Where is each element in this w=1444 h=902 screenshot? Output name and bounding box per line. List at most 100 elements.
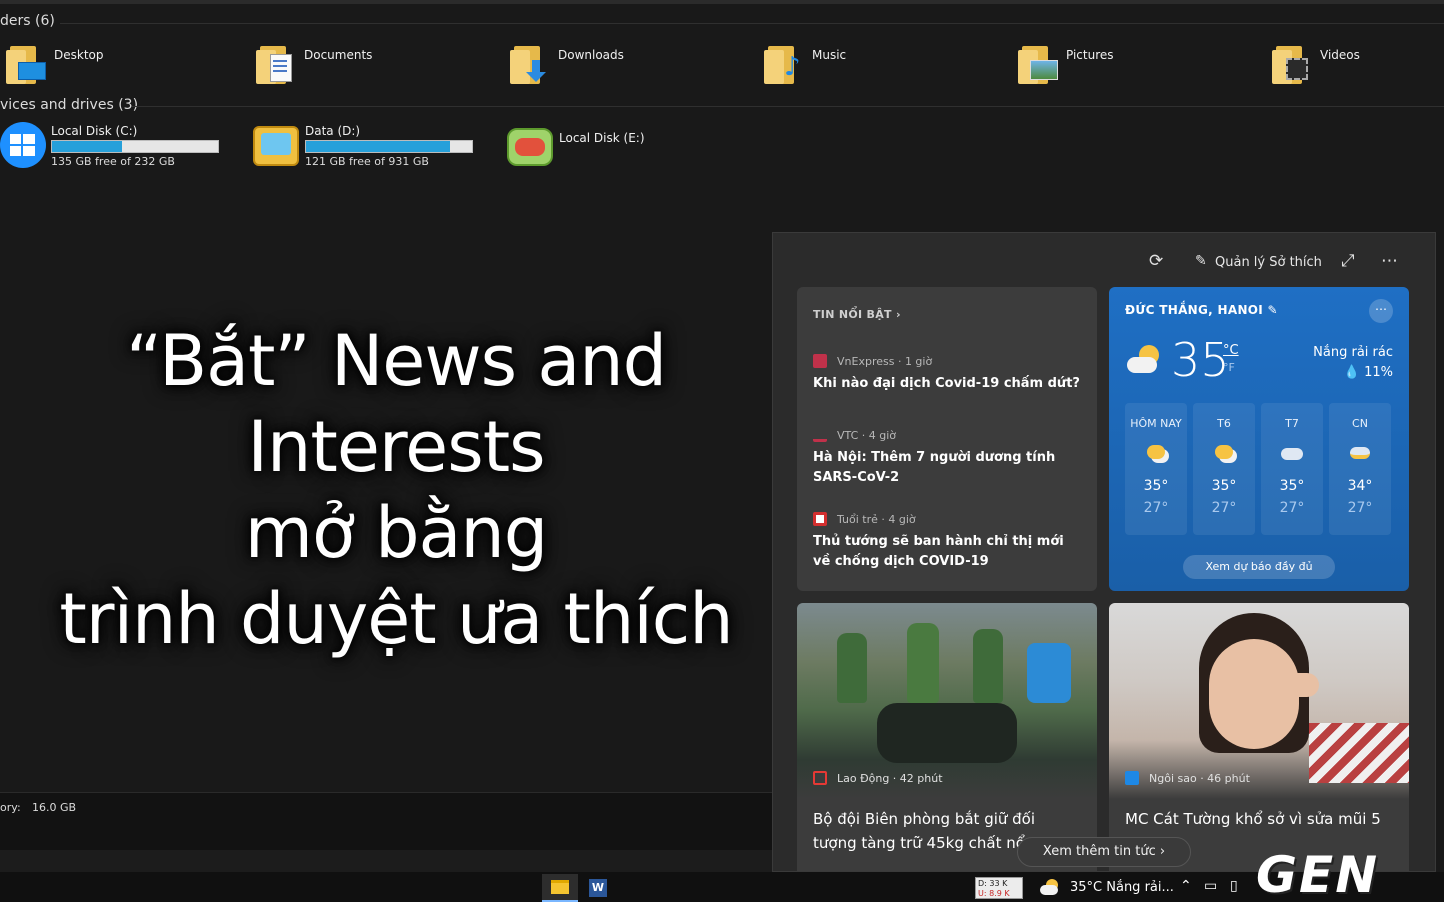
pencil-icon[interactable]: ✎: [1195, 253, 1207, 269]
weather-temp: 35: [1171, 333, 1230, 387]
folder-label: Videos: [1320, 48, 1360, 62]
manage-interests-button[interactable]: Quản lý Sở thích: [1215, 255, 1322, 270]
more-news-button[interactable]: Xem thêm tin tức ›: [1017, 837, 1191, 867]
folder-documents[interactable]: Documents: [254, 42, 494, 90]
file-explorer-taskbar-button[interactable]: [542, 874, 578, 902]
netspeed-up: U: 8.9 K: [978, 889, 1010, 898]
caption-line-1: “Bắt” News and Interests: [125, 320, 667, 488]
taskbar-weather-icon[interactable]: [1040, 879, 1062, 895]
news-source: Tuổi trẻ · 4 giờ: [837, 512, 916, 526]
site-watermark: GEN: [1256, 846, 1380, 902]
netspeed-down: D: 33 K: [978, 879, 1008, 888]
forecast-low: 27°: [1279, 500, 1305, 516]
section-divider: [60, 23, 1444, 24]
sun-cloud-icon: [1125, 444, 1187, 466]
forecast-day-name: T7: [1285, 417, 1299, 430]
forecast-day[interactable]: HÔM NAY 35° 27°: [1125, 403, 1187, 535]
videos-folder-icon: [1270, 42, 1314, 86]
network-icon[interactable]: ▭: [1204, 878, 1217, 894]
drive-usage-fill: [52, 141, 122, 152]
folder-label: Pictures: [1066, 48, 1114, 62]
drive-e[interactable]: Local Disk (E:): [559, 120, 679, 174]
taskbar-weather-text[interactable]: 35°C Nắng rải...: [1070, 880, 1174, 895]
memory-label: ory:: [0, 801, 21, 814]
pictures-folder-icon: [1016, 42, 1060, 86]
vtc-icon: [813, 428, 827, 442]
section-divider: [132, 106, 1444, 107]
full-forecast-button[interactable]: Xem dự báo đầy đủ: [1183, 555, 1335, 579]
folder-pictures[interactable]: Pictures: [1016, 42, 1256, 90]
news-item[interactable]: Tuổi trẻ · 4 giờ Thủ tướng sẽ ban hành c…: [813, 511, 1083, 572]
drive-usage-bar: [305, 140, 473, 153]
folder-label: Music: [812, 48, 847, 62]
weather-location[interactable]: ĐỨC THẮNG, HANOI ✎: [1125, 303, 1278, 317]
drives-section-header[interactable]: vices and drives (3): [0, 97, 138, 113]
folder-label: Documents: [304, 48, 373, 62]
desktop-folder-icon: [4, 42, 48, 86]
chevron-up-icon[interactable]: ⌃: [1180, 878, 1192, 894]
news-source: VnExpress · 1 giờ: [837, 354, 933, 368]
forecast-day[interactable]: CN 34° 27°: [1329, 403, 1391, 535]
forecast-high: 35°: [1279, 478, 1305, 494]
sun-cloud-icon: [1193, 444, 1255, 466]
sun-cloud-icon: [1127, 345, 1163, 375]
battery-icon[interactable]: ▯: [1230, 878, 1238, 894]
more-options-icon[interactable]: ⋯: [1381, 251, 1398, 271]
news-source: VTC · 4 giờ: [837, 428, 897, 442]
details-strip: ory: 16.0 GB: [0, 792, 772, 850]
news-item[interactable]: VTC · 4 giờ Hà Nội: Thêm 7 người dương t…: [813, 427, 1083, 488]
folders-section-header[interactable]: ders (6): [0, 13, 55, 29]
refresh-icon[interactable]: ⟳: [1149, 251, 1163, 271]
cloud-icon: [1261, 444, 1323, 466]
taskbar: W D: 33 K U: 8.9 K 35°C Nắng rải... ⌃ ▭ …: [0, 872, 1444, 902]
folder-music[interactable]: ♪ Music: [762, 42, 1002, 90]
storm-icon: [1329, 444, 1391, 466]
expand-icon[interactable]: ⤢: [1341, 251, 1355, 271]
windows-drive-icon: [0, 122, 46, 168]
unit-fahrenheit[interactable]: °F: [1223, 361, 1235, 374]
top-news-header[interactable]: TIN NỔI BẬT ›: [813, 308, 901, 321]
photo-news-card[interactable]: Lao Động · 42 phút Bộ đội Biên phòng bắt…: [797, 603, 1097, 871]
forecast-day[interactable]: T7 35° 27°: [1261, 403, 1323, 535]
drive-label: Local Disk (C:): [51, 124, 138, 138]
netspeed-widget[interactable]: D: 33 K U: 8.9 K: [975, 877, 1023, 899]
weather-card[interactable]: ĐỨC THẮNG, HANOI ✎ ⋯ 35 °C °F Nắng rải r…: [1109, 287, 1409, 591]
drive-free-text: 121 GB free of 931 GB: [305, 155, 429, 168]
folder-desktop[interactable]: Desktop: [4, 42, 244, 90]
top-news-card[interactable]: TIN NỔI BẬT › VnExpress · 1 giờ Khi nào …: [797, 287, 1097, 591]
drive-c[interactable]: Local Disk (C:) 135 GB free of 232 GB: [51, 120, 231, 174]
window-bottom-strip: [0, 850, 772, 872]
folder-label: Desktop: [54, 48, 104, 62]
photo-news-card[interactable]: Ngôi sao · 46 phút MC Cát Tường khổ sở v…: [1109, 603, 1409, 871]
screen: { "explorer": { "folders_header": "ders …: [0, 0, 1444, 902]
word-icon: W: [589, 879, 607, 897]
drive-d[interactable]: Data (D:) 121 GB free of 931 GB: [305, 120, 485, 174]
folder-downloads[interactable]: Downloads: [508, 42, 748, 90]
word-taskbar-button[interactable]: W: [580, 874, 616, 902]
caption-line-3: trình duyệt ưa thích: [59, 578, 733, 660]
documents-folder-icon: [254, 42, 298, 86]
forecast-high: 35°: [1211, 478, 1237, 494]
folder-label: Downloads: [558, 48, 624, 62]
news-title: Khi nào đại dịch Covid-19 chấm dứt?: [813, 376, 1080, 391]
weather-menu-icon[interactable]: ⋯: [1369, 299, 1393, 323]
news-source: Lao Động · 42 phút: [813, 771, 943, 785]
vnexpress-icon: [813, 354, 827, 368]
downloads-folder-icon: [508, 42, 552, 86]
tuoitre-icon: [813, 512, 827, 526]
weather-humidity: 💧 11%: [1343, 365, 1393, 380]
edit-location-icon[interactable]: ✎: [1268, 303, 1278, 317]
forecast-low: 27°: [1347, 500, 1373, 516]
forecast-day-name: CN: [1352, 417, 1368, 430]
folder-videos[interactable]: Videos: [1270, 42, 1444, 90]
forecast-day[interactable]: T6 35° 27°: [1193, 403, 1255, 535]
news-photo: [1109, 603, 1409, 799]
drive-free-text: 135 GB free of 232 GB: [51, 155, 175, 168]
forecast-low: 27°: [1143, 500, 1169, 516]
news-interests-panel: ⟳ ✎ Quản lý Sở thích ⤢ ⋯ TIN NỔI BẬT › V…: [772, 232, 1436, 872]
forecast-high: 34°: [1347, 478, 1373, 494]
unit-celsius[interactable]: °C: [1223, 343, 1239, 358]
ngoisao-icon: [1125, 771, 1139, 785]
news-item[interactable]: VnExpress · 1 giờ Khi nào đại dịch Covid…: [813, 353, 1083, 394]
news-title: Thủ tướng sẽ ban hành chỉ thị mới về chố…: [813, 534, 1064, 569]
